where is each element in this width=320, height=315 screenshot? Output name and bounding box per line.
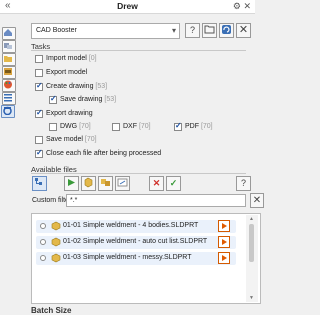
help-button[interactable]: ? (185, 23, 200, 38)
files-help-button[interactable]: ? (236, 176, 251, 191)
file-name: 01-02 Simple weldment - auto cut list.SL… (63, 238, 208, 245)
check-all-button[interactable]: ✓ (166, 176, 181, 191)
tree-icon (35, 178, 42, 185)
solidworks-file-icon (51, 253, 61, 263)
list-item[interactable]: 01-03 Simple weldment - messy.SLDPRT (36, 252, 236, 265)
tree-view-button[interactable] (32, 176, 47, 191)
save-model-checkbox[interactable] (35, 136, 43, 144)
play-icon[interactable] (218, 252, 230, 264)
batch-size-title: Batch Size (31, 306, 72, 315)
pdf-checkbox[interactable] (174, 121, 182, 131)
import-model-label: Import model [0] (46, 55, 97, 62)
help-icon: ? (240, 178, 246, 188)
assembly-icon[interactable] (2, 40, 16, 53)
add-assembly-button[interactable] (98, 176, 113, 191)
dwg-label: DWG [70] (60, 123, 91, 130)
list-item[interactable]: 01-02 Simple weldment - auto cut list.SL… (36, 236, 236, 249)
scrollbar-thumb[interactable] (249, 224, 254, 262)
export-model-checkbox[interactable] (35, 69, 43, 77)
clear-filter-button[interactable]: ✕ (250, 193, 264, 208)
pdf-label: PDF [70] (185, 123, 213, 130)
refresh-icon (222, 25, 231, 34)
remove-files-button[interactable]: ✕ (149, 176, 164, 191)
solidworks-file-icon (51, 237, 61, 247)
title-icons: ⚙ ✕ (233, 0, 251, 12)
delete-icon: ✕ (152, 178, 161, 188)
title-bar: « Drew ⚙ ✕ (0, 0, 255, 14)
window-title: Drew (117, 1, 138, 11)
folder-icon[interactable] (2, 53, 16, 66)
help-icon: ? (189, 25, 195, 35)
assembly-file-icon (101, 179, 110, 186)
drew-panel: CAD Booster ▾ ? ✕ Tasks Import model [0]… (24, 14, 264, 315)
file-list-scrollbar[interactable]: ▲ ▼ (246, 215, 258, 302)
scroll-up-icon[interactable]: ▲ (249, 216, 254, 222)
file-name: 01-03 Simple weldment - messy.SLDPRT (63, 254, 192, 261)
part-icon (84, 177, 93, 188)
export-model-label: Export model (46, 69, 88, 76)
custom-filter-input[interactable]: *.* (66, 194, 246, 207)
open-folder-button[interactable] (202, 23, 217, 38)
dxf-checkbox[interactable] (112, 123, 120, 131)
palette-icon[interactable] (2, 79, 16, 92)
list-item[interactable]: 01-01 Simple weldment - 4 bodies.SLDPRT (36, 220, 236, 233)
play-icon[interactable] (218, 220, 230, 232)
refresh-button[interactable] (219, 23, 234, 38)
template-combo-value: CAD Booster (36, 27, 77, 34)
files-divider (31, 173, 246, 174)
tasks-divider (31, 50, 246, 51)
save-drawing-checkbox[interactable] (49, 94, 57, 104)
dxf-label: DXF [70] (123, 123, 151, 130)
solidworks-file-icon (51, 221, 61, 231)
arrow-icon (68, 179, 75, 186)
create-drawing-checkbox[interactable] (35, 81, 43, 91)
close-button[interactable]: ✕ (236, 23, 251, 38)
create-drawing-label: Create drawing [53] (46, 83, 108, 90)
import-model-checkbox[interactable] (35, 55, 43, 63)
close-each-file-checkbox[interactable] (35, 148, 43, 158)
list-icon[interactable] (2, 92, 16, 105)
drew-icon[interactable] (1, 105, 15, 118)
dwg-checkbox[interactable] (49, 123, 57, 131)
image-icon[interactable] (2, 66, 16, 79)
close-icon: ✕ (238, 24, 249, 36)
sidebar (0, 25, 16, 121)
drawing-file-icon (117, 178, 128, 187)
add-part-button[interactable] (81, 176, 96, 191)
add-open-files-button[interactable] (64, 176, 79, 191)
radio-button[interactable] (40, 239, 46, 245)
home-icon[interactable] (2, 27, 16, 40)
add-drawing-button[interactable] (115, 176, 130, 191)
chevron-down-icon: ▾ (171, 26, 176, 35)
gear-icon[interactable]: ⚙ (233, 1, 241, 11)
file-name: 01-01 Simple weldment - 4 bodies.SLDPRT (63, 222, 199, 229)
open-folder-icon (204, 25, 215, 34)
pin-icon[interactable]: ✕ (243, 1, 251, 11)
export-drawing-checkbox[interactable] (35, 108, 43, 118)
radio-button[interactable] (40, 255, 46, 261)
scroll-down-icon[interactable]: ▼ (249, 295, 254, 301)
close-each-file-label: Close each file after being processed (46, 150, 162, 157)
radio-button[interactable] (40, 223, 46, 229)
play-icon[interactable] (218, 236, 230, 248)
save-model-label: Save model [70] (46, 136, 97, 143)
template-combo[interactable]: CAD Booster ▾ (31, 23, 180, 39)
close-icon: ✕ (252, 195, 262, 206)
export-drawing-label: Export drawing (46, 110, 93, 117)
check-icon: ✓ (169, 178, 178, 188)
file-list: 01-01 Simple weldment - 4 bodies.SLDPRT … (31, 213, 261, 304)
save-drawing-label: Save drawing [53] (60, 96, 117, 103)
